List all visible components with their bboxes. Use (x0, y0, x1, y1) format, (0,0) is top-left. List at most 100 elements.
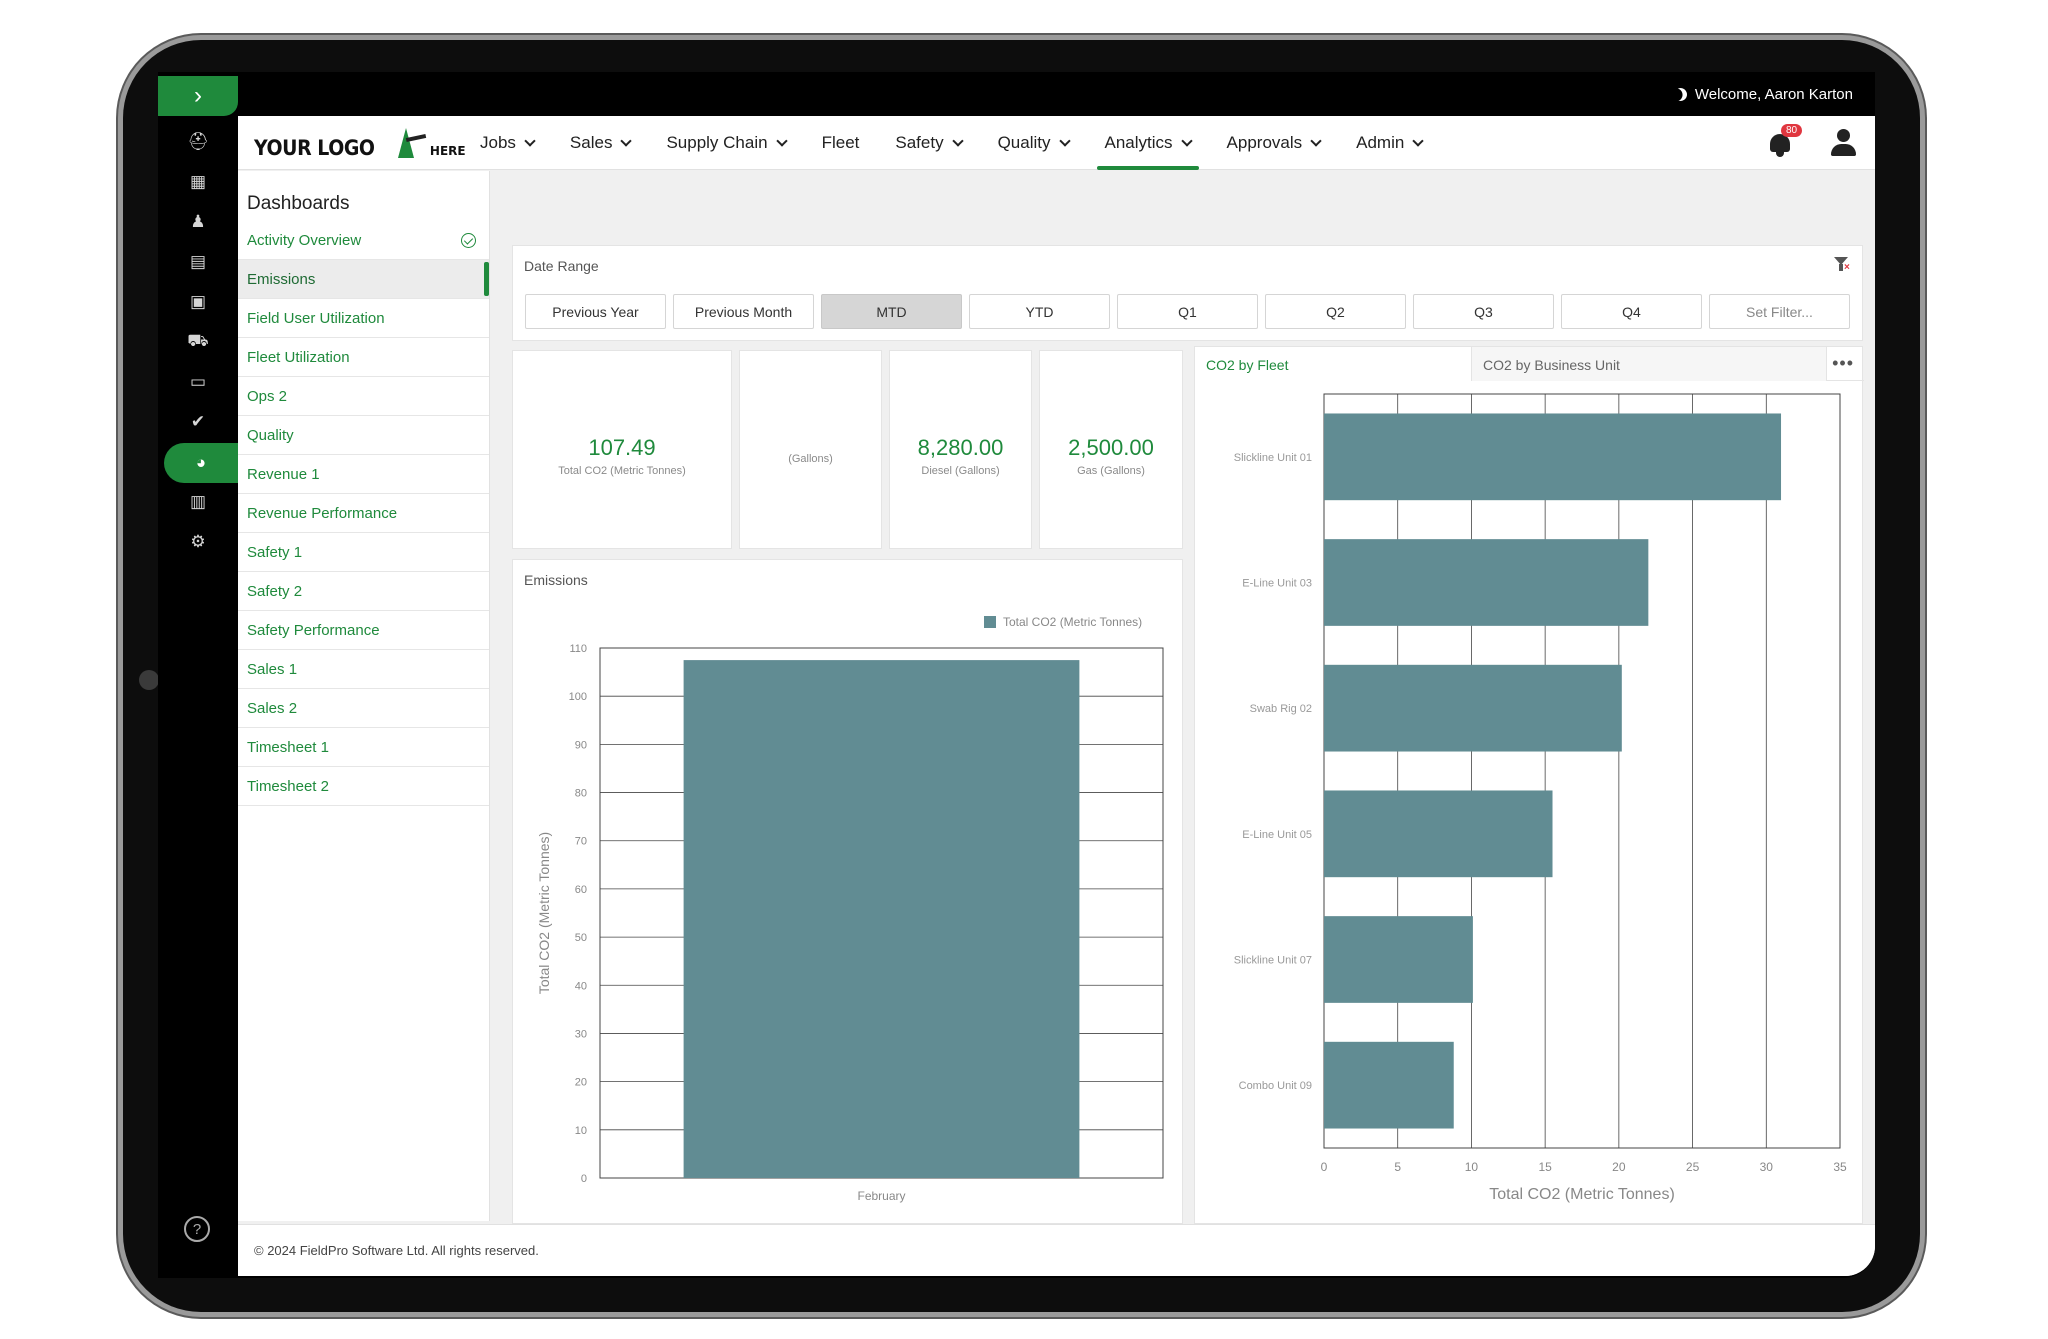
chevron-down-icon (775, 134, 788, 147)
kpi-total-co2: 107.49 Total CO2 (Metric Tonnes) (512, 350, 732, 549)
sidebar-item-revenue-performance[interactable]: Revenue Performance (238, 494, 489, 533)
nav-approvals[interactable]: Approvals (1209, 116, 1339, 170)
nav-jobs[interactable]: Jobs (462, 116, 552, 170)
company-logo[interactable]: YOUR LOGO HERE (254, 128, 466, 160)
sidebar-item-activity-overview[interactable]: Activity Overview (238, 221, 489, 260)
sidebar-item-revenue-1[interactable]: Revenue 1 (238, 455, 489, 494)
sidebar-item-safety-1[interactable]: Safety 1 (238, 533, 489, 572)
sidebar-item-label: Fleet Utilization (247, 348, 350, 366)
nav-quality[interactable]: Quality (980, 116, 1087, 170)
x-tick-label: 5 (1394, 1160, 1401, 1174)
expand-rail-button[interactable]: › (158, 76, 238, 116)
sidebar-item-sales-1[interactable]: Sales 1 (238, 650, 489, 689)
sidebar-item-label: Activity Overview (247, 231, 362, 249)
sidebar-item-field-user-utilization[interactable]: Field User Utilization (238, 299, 489, 338)
x-tick-label: 35 (1833, 1160, 1847, 1174)
helmet-icon[interactable]: ⛑ (182, 130, 214, 154)
kpi-gas: 2,500.00 Gas (Gallons) (1039, 350, 1183, 549)
range-previous-month-button[interactable]: Previous Month (673, 294, 814, 329)
sidebar-item-label: Safety Performance (247, 621, 380, 639)
legend-label: Total CO2 (Metric Tonnes) (1003, 615, 1142, 629)
nav-label: Quality (997, 133, 1051, 152)
chevron-down-icon (951, 134, 964, 147)
x-tick-label: 15 (1538, 1160, 1552, 1174)
sidebar-item-label: Sales 2 (247, 699, 298, 717)
notification-badge: 80 (1781, 124, 1803, 137)
bar-combo-unit-09 (1324, 1041, 1454, 1129)
chevron-down-icon (1058, 134, 1071, 147)
sidebar-title: Dashboards (247, 193, 350, 214)
sidebar-item-sales-2[interactable]: Sales 2 (238, 689, 489, 728)
calendar-check-icon[interactable]: ▥ (182, 490, 214, 514)
app-area: YOUR LOGO HERE Jobs Sales Supply Chain F… (238, 116, 1875, 1276)
x-tick-label: 30 (1760, 1160, 1774, 1174)
pie-chart-icon[interactable]: ◕ (164, 443, 238, 483)
y-category-label: E-Line Unit 03 (1242, 578, 1312, 590)
range-q2-button[interactable]: Q2 (1265, 294, 1406, 329)
nav-safety[interactable]: Safety (877, 116, 979, 170)
help-icon[interactable]: ? (184, 1216, 210, 1242)
range-q4-button[interactable]: Q4 (1561, 294, 1702, 329)
y-category-label: Swab Rig 02 (1250, 703, 1312, 715)
x-tick-label: 20 (1612, 1160, 1626, 1174)
sidebar-item-label: Sales 1 (247, 660, 298, 678)
kpi-gallons: (Gallons) (739, 350, 882, 549)
y-tick-label: 10 (575, 1125, 587, 1137)
set-filter-button[interactable]: Set Filter... (1709, 294, 1850, 329)
nav-label: Fleet (821, 133, 860, 152)
toolbox-icon[interactable]: ▣ (182, 290, 214, 314)
y-tick-label: 80 (575, 788, 587, 800)
sidebar-item-fleet-utilization[interactable]: Fleet Utilization (238, 338, 489, 377)
y-tick-label: 60 (575, 884, 587, 896)
worker-icon[interactable]: ♟ (182, 210, 214, 234)
sidebar-item-label: Safety 1 (247, 543, 303, 561)
nav-label: Admin (1356, 133, 1405, 152)
x-tick-label: 0 (1321, 1160, 1328, 1174)
copyright-text: © 2024 FieldPro Software Ltd. All rights… (254, 1243, 539, 1258)
sidebar-item-label: Revenue Performance (247, 504, 398, 522)
user-icon[interactable] (1829, 129, 1857, 157)
document-icon[interactable]: ▤ (182, 250, 214, 274)
y-tick-label: 70 (575, 836, 587, 848)
bell-icon[interactable]: 80 (1767, 124, 1803, 158)
range-q3-button[interactable]: Q3 (1413, 294, 1554, 329)
sidebar-item-safety-performance[interactable]: Safety Performance (238, 611, 489, 650)
sidebar-item-label: Field User Utilization (247, 309, 385, 327)
range-previous-year-button[interactable]: Previous Year (525, 294, 666, 329)
nav-label: Supply Chain (666, 133, 768, 152)
sidebar-item-safety-2[interactable]: Safety 2 (238, 572, 489, 611)
clear-filter-icon[interactable]: × (1834, 256, 1850, 273)
sidebar-item-timesheet-1[interactable]: Timesheet 1 (238, 728, 489, 767)
nav-admin[interactable]: Admin (1338, 116, 1440, 170)
user-settings-icon[interactable]: ⚙ (182, 530, 214, 554)
ticket-icon[interactable]: ▭ (182, 370, 214, 394)
shield-check-icon[interactable]: ✔ (182, 410, 214, 434)
sidebar-item-label: Emissions (247, 270, 316, 288)
camera-dot (139, 670, 159, 690)
sidebar-item-label: Safety 2 (247, 582, 303, 600)
nav-sales[interactable]: Sales (552, 116, 649, 170)
oil-derrick-icon (392, 128, 427, 160)
x-tick-label: 10 (1465, 1160, 1479, 1174)
bar-slickline-unit-01 (1324, 413, 1782, 501)
sidebar-item-quality[interactable]: Quality (238, 416, 489, 455)
logo-text: YOUR LOGO (254, 136, 375, 160)
sidebar-item-ops-2[interactable]: Ops 2 (238, 377, 489, 416)
sidebar-item-timesheet-2[interactable]: Timesheet 2 (238, 767, 489, 806)
x-tick-label: 25 (1686, 1160, 1700, 1174)
sidebar-item-label: Ops 2 (247, 387, 288, 405)
truck-icon[interactable]: ⛟ (182, 330, 214, 354)
bar-swab-rig-02 (1324, 664, 1622, 752)
chevron-down-icon (1310, 134, 1322, 147)
y-tick-label: 100 (569, 691, 587, 703)
sidebar-item-emissions[interactable]: Emissions (238, 260, 489, 299)
range-q1-button[interactable]: Q1 (1117, 294, 1258, 329)
calendar-icon[interactable]: ▦ (182, 170, 214, 194)
range-ytd-button[interactable]: YTD (969, 294, 1110, 329)
range-mtd-button[interactable]: MTD (821, 294, 962, 329)
nav-analytics[interactable]: Analytics (1087, 116, 1209, 170)
nav-supply-chain[interactable]: Supply Chain (648, 116, 803, 170)
moon-icon[interactable] (1671, 86, 1689, 104)
welcome-text: Welcome, Aaron Karton (1694, 86, 1853, 103)
nav-fleet[interactable]: Fleet (804, 116, 878, 170)
